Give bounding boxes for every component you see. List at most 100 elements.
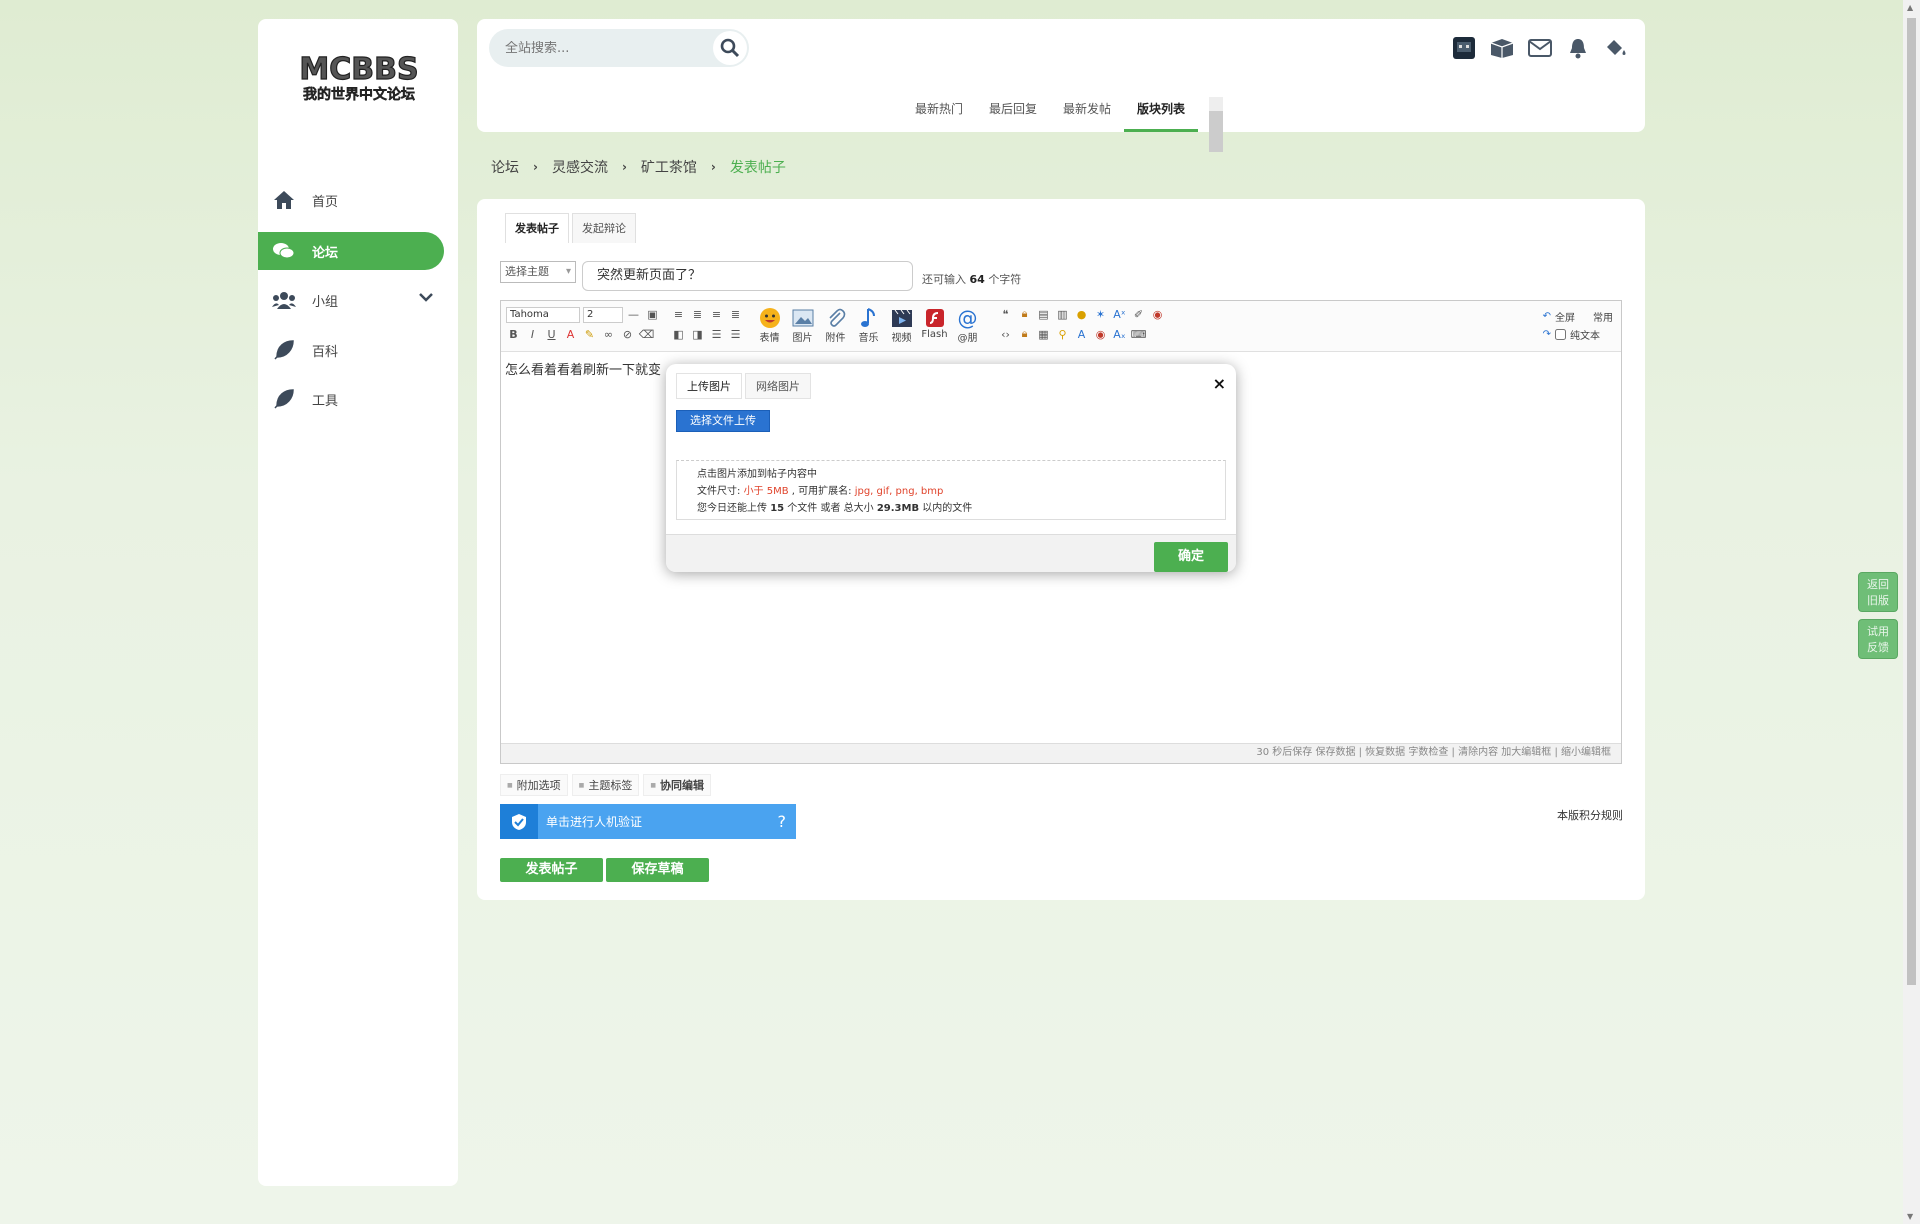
breadcrumb-teahouse[interactable]: 矿工茶馆 [641,157,697,177]
float-right-icon[interactable]: ◨ [691,327,704,341]
eraser-icon[interactable]: ⌫ [639,327,655,341]
password-icon[interactable]: 🔒︎ [1018,327,1031,341]
hr-icon[interactable]: — [627,307,640,321]
align-center-icon[interactable]: ≣ [691,307,704,321]
topic-select[interactable]: 选择主题 [500,261,576,283]
undo-icon[interactable]: ↶ [1543,311,1551,322]
table-icon[interactable]: ▦ [1037,327,1050,341]
video-button[interactable]: 视频 [888,307,915,344]
title-input[interactable]: 突然更新页面了？ [582,261,913,291]
align-right-icon[interactable]: ≡ [710,307,723,321]
paint-bucket-icon[interactable] [1603,35,1629,61]
help-icon[interactable]: ? [778,812,787,831]
ordered-list-icon[interactable]: ☰ [710,327,723,341]
search-input[interactable] [505,40,715,56]
tab-latest-hot[interactable]: 最新热门 [902,95,976,132]
text-color-icon[interactable]: A [564,327,577,341]
sidebar-item-forum[interactable]: 论坛 [258,232,444,270]
highlight-icon[interactable]: ✎ [583,327,596,341]
code-icon[interactable]: ‹› [999,327,1012,341]
tab-new-post[interactable]: 发表帖子 [505,213,569,243]
mcbbs-logo[interactable]: MCBBS 我的世界中文论坛 [288,47,430,107]
font-family-select[interactable]: Tahoma [506,307,580,323]
lock-icon[interactable]: 🔒︎ [1018,307,1031,321]
editor-footer[interactable]: 30 秒后保存 保存数据 | 恢复数据 字数检查 | 清除内容 加大编辑框 | … [501,743,1621,763]
music-note-icon [857,307,881,329]
link-icon[interactable]: ∞ [602,327,615,341]
bell-icon[interactable] [1565,35,1591,61]
font-size-select[interactable]: 2 [583,307,623,323]
tab-topic-tags[interactable]: 主题标签 [571,774,640,796]
box-icon[interactable] [1489,35,1515,61]
unlink-icon[interactable]: ⊘ [621,327,634,341]
avatar[interactable] [1451,35,1477,61]
flash-button[interactable]: Flash [921,307,948,344]
search-button[interactable] [713,31,747,65]
tab-web-image[interactable]: 网络图片 [745,373,811,399]
tab-last-reply[interactable]: 最后回复 [976,95,1050,132]
superscript-icon[interactable]: Aˣ [1113,307,1126,321]
italic-icon[interactable]: I [526,327,539,341]
common-button[interactable]: 常用 [1593,309,1613,324]
keyboard-icon[interactable]: ⌨ [1131,327,1147,341]
editor-content[interactable]: 怎么看着看着刷新一下就变 [505,359,661,378]
choose-file-button[interactable]: 选择文件上传 [676,410,770,432]
justify-icon[interactable]: ≣ [729,307,742,321]
search-replace-icon[interactable]: ⚲ [1056,327,1069,341]
tab-upload-image[interactable]: 上传图片 [676,373,742,399]
mention-button[interactable]: @ @朋 [954,306,981,344]
tab-co-edit[interactable]: 协同编辑 [643,774,712,796]
sidebar-item-label: 小组 [312,294,339,310]
quote-icon[interactable]: ❝ [999,307,1012,321]
sidebar-item-tools[interactable]: 工具 [258,380,444,418]
bold-icon[interactable]: B [507,327,520,341]
redo-icon[interactable]: ↷ [1543,329,1551,340]
image-button[interactable]: 图片 [789,307,816,344]
close-icon[interactable]: × [1213,374,1226,393]
chevron-down-icon[interactable] [418,291,434,307]
plain-text-checkbox[interactable] [1555,328,1566,340]
scroll-up-icon[interactable]: ▲ [1907,3,1913,12]
save-draft-button[interactable]: 保存草稿 [606,858,709,882]
music-button[interactable]: 音乐 [855,307,882,344]
scrollbar-thumb[interactable] [1907,18,1916,985]
sidebar-item-groups[interactable]: 小组 [258,281,444,319]
tab-extra-options[interactable]: 附加选项 [500,774,568,796]
float-left-icon[interactable]: ◧ [672,327,685,341]
image-box-icon[interactable]: ▣ [646,307,659,321]
font-a-icon[interactable]: A [1075,327,1088,341]
back-to-old-button[interactable]: 返回 旧版 [1858,572,1898,612]
qq-icon[interactable]: ◉ [1151,307,1164,321]
confirm-button[interactable]: 确定 [1154,542,1228,572]
captcha-button[interactable]: 单击进行人机验证 ? [500,804,796,839]
bullet-list-icon[interactable]: ☰ [729,327,742,341]
qq-icon-2[interactable]: ◉ [1094,327,1107,341]
credit-rules-link[interactable]: 本版积分规则 [1557,807,1623,823]
align-left-icon[interactable]: ≡ [672,307,685,321]
tab-forum-list[interactable]: 版块列表 [1124,95,1199,132]
tab-latest-post[interactable]: 最新发帖 [1050,95,1124,132]
attachment-button[interactable]: 附件 [822,307,849,344]
hide-icon[interactable]: ▤ [1037,307,1050,321]
scroll-down-icon[interactable]: ▼ [1907,1212,1913,1221]
fullscreen-button[interactable]: 全屏 [1555,309,1575,324]
feedback-button[interactable]: 试用 反馈 [1858,619,1898,659]
tab-new-debate[interactable]: 发起辩论 [572,213,636,243]
top-icons [1451,35,1629,61]
emoji-button[interactable]: 表情 [756,307,783,344]
mail-icon[interactable] [1527,35,1553,61]
free-icon[interactable]: ▥ [1056,307,1069,321]
font-effect-icon[interactable]: ✶ [1094,307,1107,321]
tabs-scrollbar[interactable] [1209,97,1223,152]
underline-icon[interactable]: U [545,327,558,341]
subscript-icon[interactable]: Aₓ [1113,327,1126,341]
breadcrumb-forum[interactable]: 论坛 [491,157,519,177]
tag-icon[interactable]: ● [1075,307,1088,321]
page-scrollbar[interactable]: ▲ ▼ [1903,0,1920,1224]
sidebar-item-home[interactable]: 首页 [258,181,444,219]
submit-post-button[interactable]: 发表帖子 [500,858,603,882]
captcha-label: 单击进行人机验证 [546,815,643,829]
pencil-icon[interactable]: ✐ [1132,307,1145,321]
sidebar-item-wiki[interactable]: 百科 [258,331,444,369]
breadcrumb-inspiration[interactable]: 灵感交流 [552,157,608,177]
